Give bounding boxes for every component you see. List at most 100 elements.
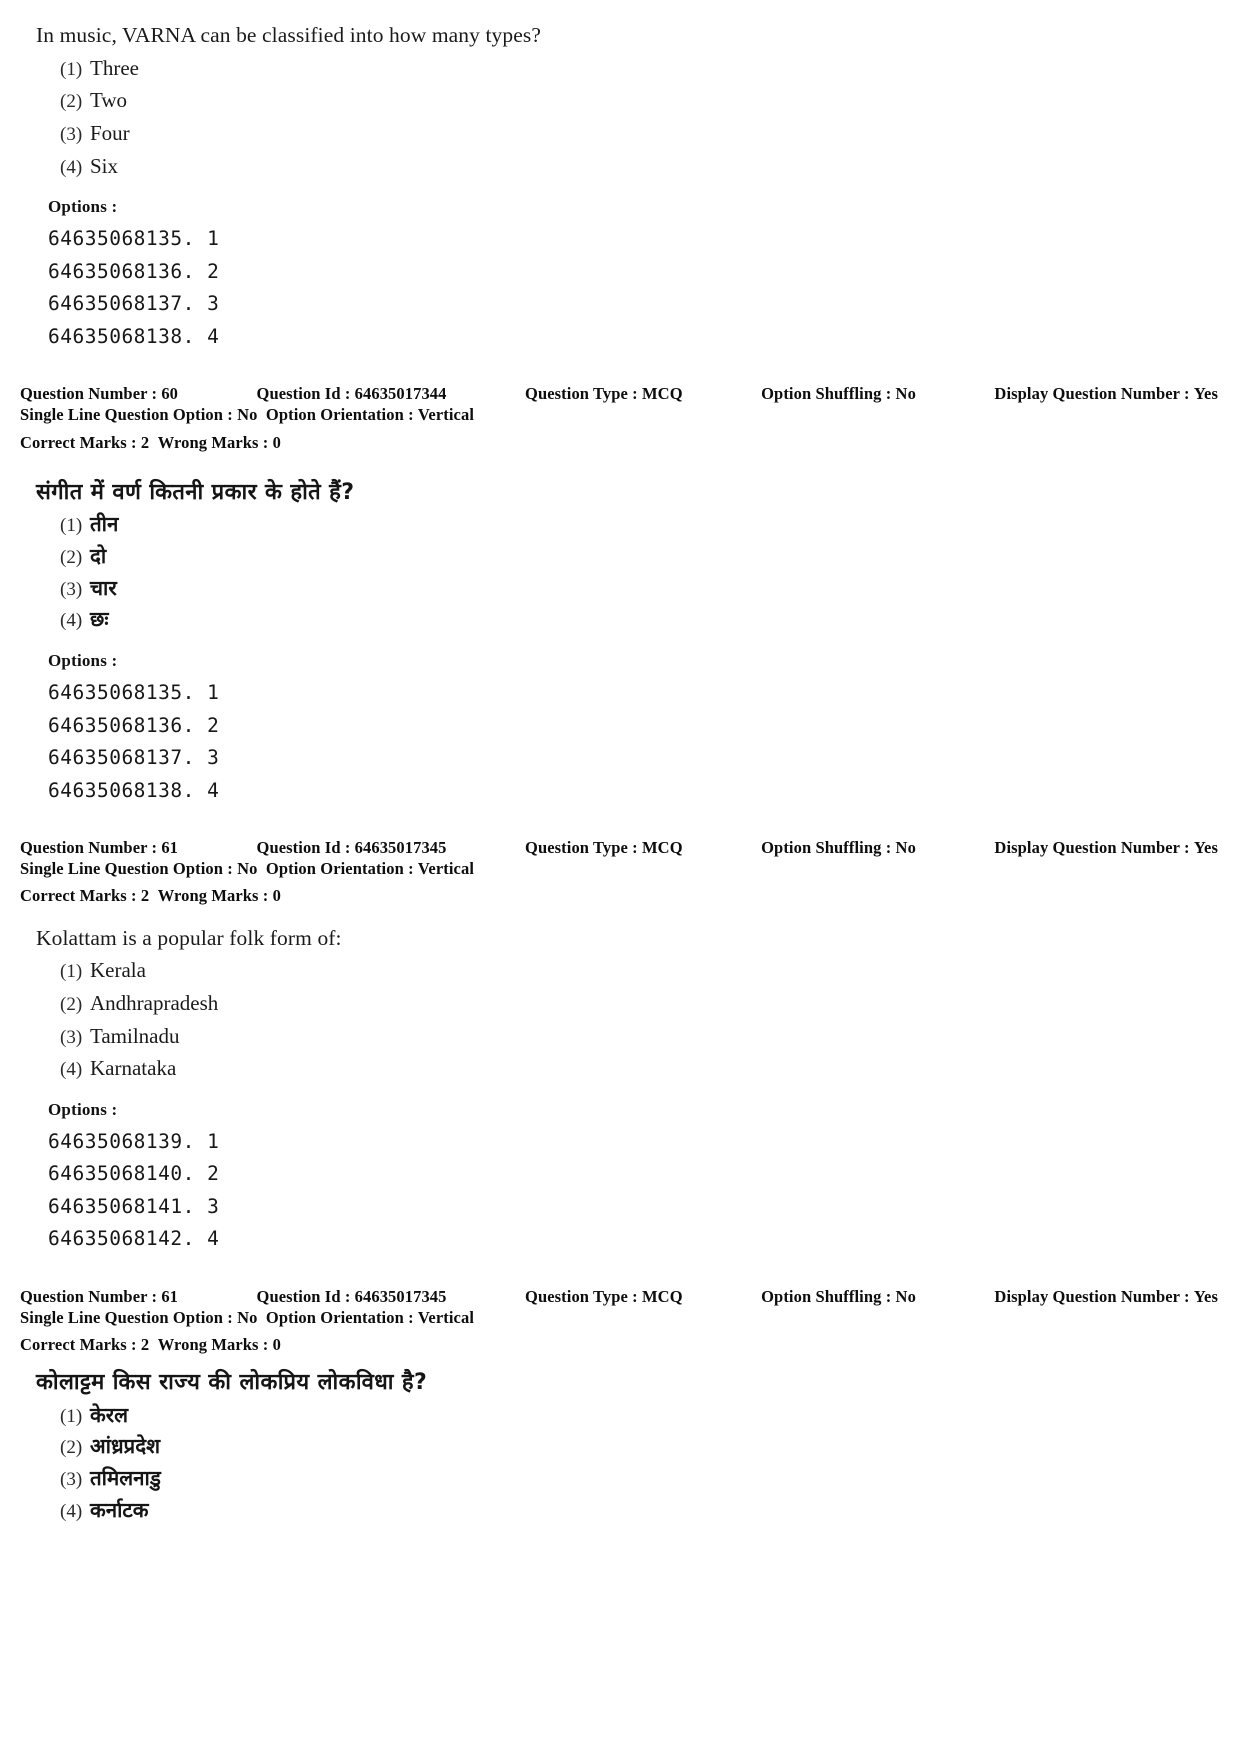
question-block-q60-english: In music, VARNA can be classified into h… bbox=[0, 22, 1240, 353]
metadata-question-id: Question Id : 64635017345 bbox=[256, 1286, 447, 1306]
option-number: (1) bbox=[60, 961, 83, 983]
option-list: (1) केरल (2) आंध्रप्रदेश (3) तमिलनाडु (4… bbox=[28, 1401, 1212, 1526]
option-id-value: 64635068141. bbox=[48, 1194, 195, 1218]
option-label: Three bbox=[90, 55, 139, 80]
option-id-value: 64635068135. bbox=[48, 681, 195, 705]
metadata-single-line-question-option: Single Line Question Option : No bbox=[20, 405, 258, 425]
option-item[interactable]: (4) Six bbox=[28, 151, 1212, 182]
option-item[interactable]: (1) केरल bbox=[28, 1401, 1212, 1431]
option-id-index: 3 bbox=[207, 292, 220, 316]
option-label: Two bbox=[90, 88, 128, 113]
metadata-marks-line: Correct Marks : 2 Wrong Marks : 0 bbox=[20, 885, 1218, 906]
metadata-display-question-number: Display Question Number : Yes bbox=[994, 838, 1218, 858]
options-heading: Options : bbox=[48, 1099, 118, 1119]
option-item[interactable]: (1) तीन bbox=[28, 510, 1212, 540]
option-item[interactable]: (2) Two bbox=[28, 85, 1212, 116]
option-list: (1) तीन (2) दो (3) चार (4) छः bbox=[28, 510, 1212, 635]
option-number: (4) bbox=[60, 1059, 83, 1081]
option-list: (1) Kerala (2) Andhrapradesh (3) Tamilna… bbox=[28, 955, 1212, 1083]
metadata-line-primary: Question Number : 61 Question Id : 64635… bbox=[20, 1286, 1218, 1307]
option-item[interactable]: (3) तमिलनाडु bbox=[28, 1464, 1212, 1494]
option-id-index: 4 bbox=[207, 778, 220, 802]
option-id-value: 64635068140. bbox=[48, 1162, 195, 1186]
option-id-value: 64635068139. bbox=[48, 1129, 195, 1153]
option-item[interactable]: (1) Kerala bbox=[28, 955, 1212, 986]
question-block-q60-hindi: संगीत में वर्ण कितनी प्रकार के होते हैं?… bbox=[0, 479, 1240, 808]
metadata-option-shuffling: Option Shuffling : No bbox=[761, 838, 916, 858]
option-item[interactable]: (3) चार bbox=[28, 574, 1212, 604]
option-id-row: 64635068138. 4 bbox=[48, 321, 1212, 354]
option-id-index: 4 bbox=[207, 1227, 220, 1251]
option-id-row: 64635068142. 4 bbox=[48, 1223, 1212, 1256]
option-item[interactable]: (4) छः bbox=[28, 605, 1212, 635]
question-stem: Kolattam is a popular folk form of: bbox=[36, 925, 342, 950]
option-number: (2) bbox=[60, 91, 83, 113]
question-stem: कोलाट्टम किस राज्य की लोकप्रिय लोकविधा ह… bbox=[36, 1370, 428, 1396]
option-number: (1) bbox=[60, 1405, 83, 1427]
option-id-row: 64635068135. 1 bbox=[48, 223, 1212, 256]
option-label: दो bbox=[90, 543, 107, 568]
option-id-row: 64635068140. 2 bbox=[48, 1158, 1212, 1191]
option-number: (4) bbox=[60, 610, 83, 632]
metadata-wrong-marks: Wrong Marks : 0 bbox=[157, 886, 281, 906]
option-item[interactable]: (3) Four bbox=[28, 118, 1212, 149]
metadata-wrong-marks: Wrong Marks : 0 bbox=[157, 432, 281, 452]
metadata-question-number: Question Number : 61 bbox=[20, 1286, 179, 1306]
metadata-option-orientation: Option Orientation : Vertical bbox=[265, 859, 475, 879]
metadata-marks-line: Correct Marks : 2 Wrong Marks : 0 bbox=[20, 432, 1218, 453]
options-heading: Options : bbox=[48, 651, 118, 671]
metadata-question-id: Question Id : 64635017345 bbox=[256, 838, 447, 858]
question-metadata-q60: Question Number : 60 Question Id : 64635… bbox=[20, 383, 1218, 452]
meta-spacer bbox=[0, 807, 1240, 837]
metadata-wrong-marks: Wrong Marks : 0 bbox=[157, 1335, 281, 1355]
option-number: (3) bbox=[60, 1026, 83, 1048]
option-item[interactable]: (4) Karnataka bbox=[28, 1053, 1212, 1084]
option-id-value: 64635068138. bbox=[48, 324, 195, 348]
metadata-display-question-number: Display Question Number : Yes bbox=[994, 384, 1218, 404]
metadata-question-type: Question Type : MCQ bbox=[525, 1286, 683, 1306]
metadata-line-secondary: Single Line Question Option : No Option … bbox=[20, 1307, 1218, 1328]
option-number: (3) bbox=[60, 578, 83, 600]
metadata-single-line-question-option: Single Line Question Option : No bbox=[20, 1308, 258, 1328]
option-label: Six bbox=[90, 153, 119, 178]
option-label: Four bbox=[90, 120, 130, 145]
option-id-row: 64635068136. 2 bbox=[48, 256, 1212, 289]
metadata-option-orientation: Option Orientation : Vertical bbox=[265, 1308, 475, 1328]
option-id-value: 64635068136. bbox=[48, 259, 195, 283]
option-id-index: 3 bbox=[207, 746, 220, 770]
option-item[interactable]: (2) दो bbox=[28, 542, 1212, 572]
meta-spacer bbox=[0, 353, 1240, 383]
metadata-question-type: Question Type : MCQ bbox=[525, 384, 683, 404]
metadata-question-number: Question Number : 60 bbox=[20, 384, 179, 404]
option-label: कर्नाटक bbox=[90, 1497, 149, 1522]
metadata-question-id: Question Id : 64635017344 bbox=[256, 384, 447, 404]
option-label: तीन bbox=[90, 512, 119, 537]
option-id-value: 64635068142. bbox=[48, 1227, 195, 1251]
option-id-index: 2 bbox=[207, 713, 220, 737]
metadata-question-number: Question Number : 61 bbox=[20, 838, 179, 858]
option-id-row: 64635068137. 3 bbox=[48, 742, 1212, 775]
question-stem: In music, VARNA can be classified into h… bbox=[36, 23, 542, 47]
option-label: आंध्रप्रदेश bbox=[90, 1434, 161, 1459]
option-item[interactable]: (3) Tamilnadu bbox=[28, 1021, 1212, 1052]
option-id-row: 64635068137. 3 bbox=[48, 288, 1212, 321]
option-id-list: 64635068139. 1 64635068140. 2 6463506814… bbox=[48, 1126, 1212, 1256]
metadata-option-shuffling: Option Shuffling : No bbox=[761, 1286, 916, 1306]
option-id-row: 64635068141. 3 bbox=[48, 1191, 1212, 1224]
option-id-value: 64635068137. bbox=[48, 746, 195, 770]
option-number: (4) bbox=[60, 156, 83, 178]
option-id-value: 64635068137. bbox=[48, 292, 195, 316]
option-id-value: 64635068138. bbox=[48, 778, 195, 802]
option-item[interactable]: (2) आंध्रप्रदेश bbox=[28, 1432, 1212, 1462]
metadata-single-line-question-option: Single Line Question Option : No bbox=[20, 859, 258, 879]
question-metadata-q61-b: Question Number : 61 Question Id : 64635… bbox=[20, 1286, 1218, 1355]
option-label: Kerala bbox=[90, 958, 146, 983]
option-item[interactable]: (2) Andhrapradesh bbox=[28, 988, 1212, 1019]
option-number: (4) bbox=[60, 1500, 83, 1522]
option-item[interactable]: (4) कर्नाटक bbox=[28, 1496, 1212, 1526]
top-spacer bbox=[0, 0, 1240, 22]
option-item[interactable]: (1) Three bbox=[28, 53, 1212, 84]
option-number: (2) bbox=[60, 1437, 83, 1459]
